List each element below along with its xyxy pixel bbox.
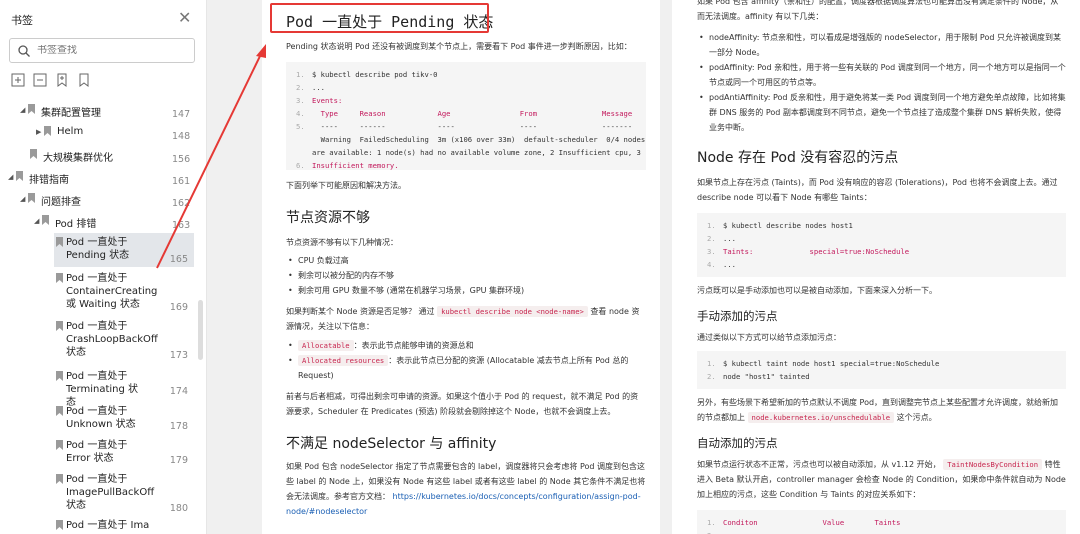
annotation-arrow: [156, 44, 266, 269]
